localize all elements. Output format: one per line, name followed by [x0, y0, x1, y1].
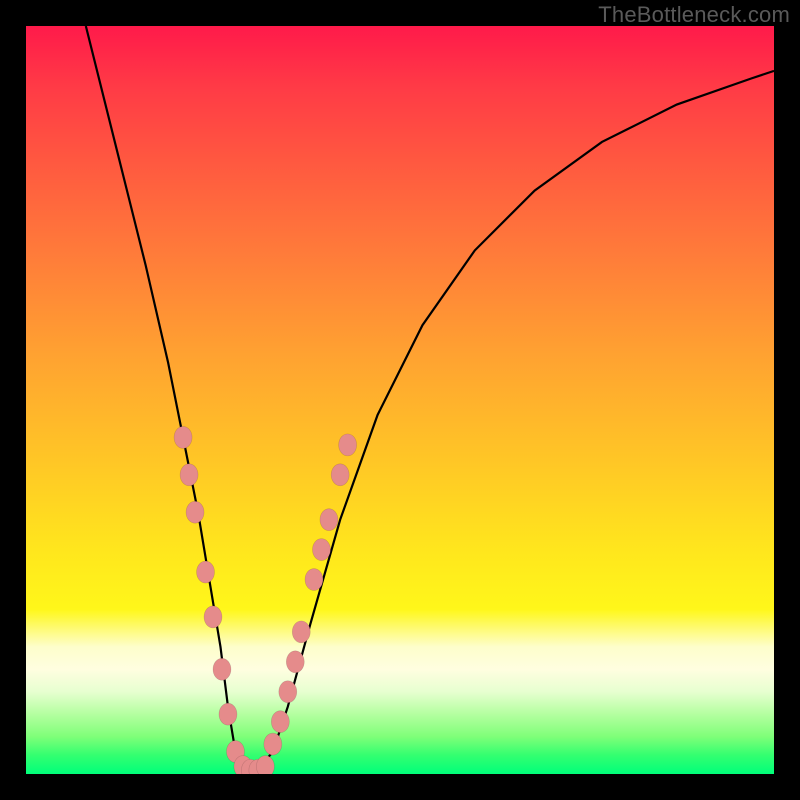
bottleneck-curve — [86, 26, 774, 770]
marker-dot — [279, 681, 297, 703]
marker-dot — [186, 501, 204, 523]
marker-dot — [312, 539, 330, 561]
plot-area — [26, 26, 774, 774]
marker-dot — [204, 606, 222, 628]
marker-dot — [271, 711, 289, 733]
marker-dot — [331, 464, 349, 486]
marker-dot — [292, 621, 310, 643]
curve-markers — [174, 426, 357, 774]
marker-dot — [197, 561, 215, 583]
marker-dot — [320, 509, 338, 531]
marker-dot — [174, 426, 192, 448]
marker-dot — [305, 569, 323, 591]
marker-dot — [213, 658, 231, 680]
chart-frame: TheBottleneck.com — [0, 0, 800, 800]
marker-dot — [219, 703, 237, 725]
watermark-text: TheBottleneck.com — [598, 2, 790, 28]
chart-svg — [26, 26, 774, 774]
marker-dot — [339, 434, 357, 456]
marker-dot — [256, 756, 274, 774]
marker-dot — [286, 651, 304, 673]
marker-dot — [180, 464, 198, 486]
marker-dot — [264, 733, 282, 755]
